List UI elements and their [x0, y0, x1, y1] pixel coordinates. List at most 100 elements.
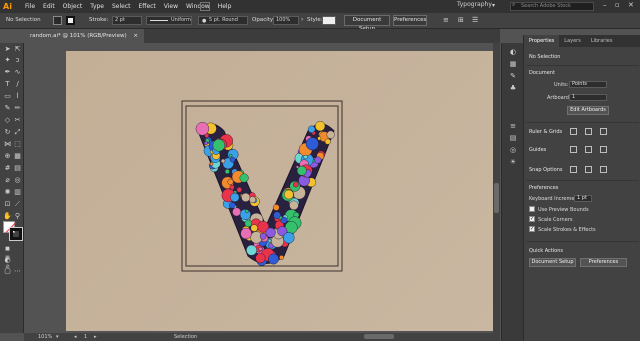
- eyedropper-icon[interactable]: ⌀: [3, 176, 12, 185]
- chevron-down-icon[interactable]: ▾: [492, 2, 495, 9]
- edit-artboards-button[interactable]: Edit Artboards: [567, 106, 609, 115]
- tab-layers[interactable]: Layers: [559, 35, 586, 47]
- lasso-icon[interactable]: ↄ: [13, 56, 22, 65]
- graphic-style-swatch[interactable]: [322, 16, 336, 25]
- scale-icon[interactable]: ⤢: [13, 128, 22, 137]
- tab-libraries[interactable]: Libraries: [586, 35, 618, 47]
- pen-tool-icon[interactable]: ✒: [3, 68, 12, 77]
- document-setup-button[interactable]: Document Setup: [344, 15, 390, 32]
- horizontal-scroll-thumb[interactable]: [364, 334, 394, 339]
- vertical-scroll-thumb[interactable]: [494, 183, 499, 213]
- stroke-weight-input[interactable]: 2 pt: [112, 16, 142, 25]
- tab-properties[interactable]: Properties: [524, 35, 560, 47]
- snap-to-point-icon[interactable]: [570, 166, 577, 173]
- shaper-tool-icon[interactable]: ✎: [3, 104, 12, 113]
- menu-type[interactable]: Type: [90, 3, 104, 10]
- perspective-grid-icon[interactable]: ▦: [13, 152, 22, 161]
- menu-help[interactable]: Help: [218, 3, 232, 10]
- artboard-tool-icon[interactable]: ⊡: [3, 200, 12, 209]
- eraser-icon[interactable]: ◇: [3, 116, 12, 125]
- chevron-right-icon[interactable]: ›: [301, 16, 303, 23]
- transform-icon[interactable]: ⊞: [458, 16, 464, 24]
- brushes-icon[interactable]: ✎: [508, 71, 518, 81]
- hand-tool-icon[interactable]: ✋: [3, 212, 12, 221]
- gradient-panel-icon[interactable]: ▤: [508, 133, 518, 143]
- artwork-v-letter[interactable]: [66, 51, 496, 331]
- zoom-tool-icon[interactable]: ⚲: [13, 212, 22, 221]
- selection-tool-icon[interactable]: ➤: [3, 45, 12, 54]
- menu-view[interactable]: View: [164, 3, 178, 10]
- stroke-color-swatch[interactable]: [9, 227, 23, 241]
- stock-search-input[interactable]: Search Adobe Stock: [510, 2, 594, 11]
- opacity-label[interactable]: Opacity:: [252, 17, 275, 23]
- more-options-icon[interactable]: ☰: [472, 16, 478, 24]
- close-tab-icon[interactable]: ×: [133, 33, 138, 39]
- show-guides-icon[interactable]: [570, 146, 577, 153]
- magic-wand-icon[interactable]: ✦: [3, 56, 12, 65]
- color-mode-icon[interactable]: ■ ▦ ⊘: [3, 245, 12, 270]
- artboard-number[interactable]: 1: [84, 334, 87, 340]
- appearance-icon[interactable]: ☀: [508, 157, 518, 167]
- rectangle-tool-icon[interactable]: ▭: [3, 92, 12, 101]
- menu-object[interactable]: Object: [63, 3, 83, 10]
- rotate-icon[interactable]: ↻: [3, 128, 12, 137]
- use-preview-bounds-checkbox[interactable]: [529, 206, 535, 212]
- stroke-label[interactable]: Stroke:: [89, 17, 108, 23]
- lock-guides-icon[interactable]: [585, 146, 592, 153]
- screen-mode-icon[interactable]: ▢: [3, 267, 12, 276]
- fill-swatch[interactable]: [53, 16, 62, 25]
- pencil-icon[interactable]: ✏: [13, 104, 22, 113]
- symbols-icon[interactable]: ♣: [508, 83, 518, 93]
- zoom-level[interactable]: 101%: [38, 334, 52, 340]
- type-tool-icon[interactable]: T: [3, 80, 12, 89]
- arrange-documents-icon[interactable]: [200, 2, 210, 11]
- width-tool-icon[interactable]: ⋈: [3, 140, 12, 149]
- color-panel-icon[interactable]: ◐: [508, 47, 518, 57]
- stroke-swatch[interactable]: [66, 16, 75, 25]
- draw-mode-icon[interactable]: ◐: [3, 256, 12, 265]
- menu-effect[interactable]: Effect: [139, 3, 156, 10]
- prev-artboard-icon[interactable]: ◂: [74, 334, 77, 340]
- close-icon[interactable]: ✕: [628, 1, 634, 9]
- keyboard-increment-input[interactable]: 1 pt: [574, 195, 592, 202]
- menu-edit[interactable]: Edit: [43, 3, 55, 10]
- next-artboard-icon[interactable]: ▸: [94, 334, 97, 340]
- gradient-tool-icon[interactable]: ▤: [13, 164, 22, 173]
- menu-file[interactable]: File: [25, 3, 35, 10]
- opacity-input[interactable]: 100%: [273, 16, 299, 25]
- snap-to-grid-icon[interactable]: [585, 166, 592, 173]
- smart-guides-icon[interactable]: [600, 146, 607, 153]
- direct-selection-tool-icon[interactable]: ⇱: [13, 45, 22, 54]
- quick-document-setup-button[interactable]: Document Setup: [529, 258, 576, 267]
- preferences-button[interactable]: Preferences: [393, 15, 427, 26]
- variable-width-profile[interactable]: Uniform: [146, 16, 192, 25]
- document-tab[interactable]: random.ai* @ 101% (RGB/Preview) ×: [24, 29, 144, 43]
- graph-tool-icon[interactable]: ▥: [13, 188, 22, 197]
- vertical-scrollbar[interactable]: [493, 43, 500, 333]
- minimize-icon[interactable]: –: [603, 1, 607, 9]
- slice-tool-icon[interactable]: ⟋: [13, 200, 22, 209]
- snap-to-pixel-icon[interactable]: [600, 166, 607, 173]
- line-tool-icon[interactable]: /: [13, 80, 22, 89]
- scissors-icon[interactable]: ✂: [13, 116, 22, 125]
- grid-icon[interactable]: [585, 128, 592, 135]
- workspace-switcher[interactable]: Typography: [457, 1, 492, 8]
- transparency-icon[interactable]: ◎: [508, 145, 518, 155]
- quick-preferences-button[interactable]: Preferences: [580, 258, 627, 267]
- scale-corners-checkbox[interactable]: ✓: [529, 216, 535, 222]
- curvature-tool-icon[interactable]: ∿: [13, 68, 22, 77]
- blend-tool-icon[interactable]: ◎: [13, 176, 22, 185]
- shape-builder-icon[interactable]: ⊕: [3, 152, 12, 161]
- menu-select[interactable]: Select: [112, 3, 131, 10]
- paintbrush-icon[interactable]: ⅼ: [13, 92, 22, 101]
- stroke-panel-icon[interactable]: ≡: [508, 121, 518, 131]
- pixel-grid-icon[interactable]: [600, 128, 607, 135]
- brush-definition[interactable]: ● 5 pt. Round: [198, 16, 248, 25]
- ruler-icon[interactable]: [570, 128, 577, 135]
- align-icon[interactable]: ≡: [443, 16, 449, 24]
- maximize-icon[interactable]: ▫: [615, 1, 620, 9]
- free-transform-icon[interactable]: ⬚: [13, 140, 22, 149]
- canvas-area[interactable]: [24, 43, 500, 333]
- swatches-icon[interactable]: ▦: [508, 59, 518, 69]
- scale-strokes-checkbox[interactable]: ✓: [529, 226, 535, 232]
